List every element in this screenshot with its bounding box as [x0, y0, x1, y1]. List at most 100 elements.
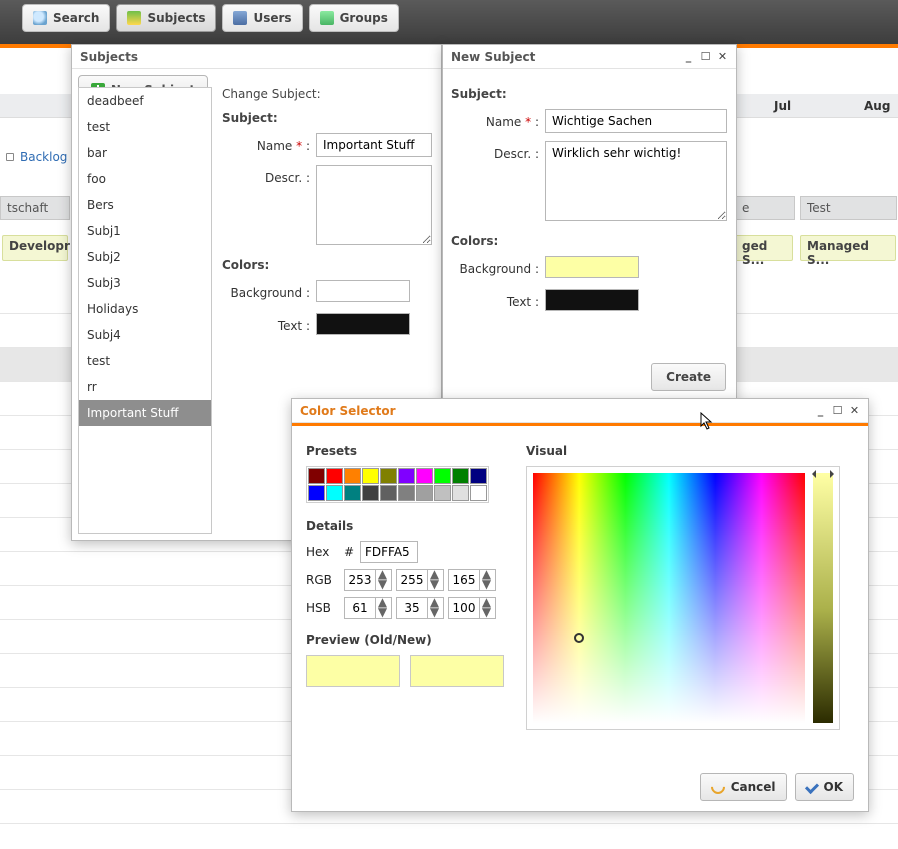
subject-item[interactable]: test: [79, 348, 211, 374]
subject-item[interactable]: Subj2: [79, 244, 211, 270]
breadcrumb[interactable]: Backlog: [6, 150, 67, 164]
preset-swatch[interactable]: [416, 485, 433, 501]
chip-dev[interactable]: Developr: [2, 235, 68, 261]
preset-swatch[interactable]: [344, 485, 361, 501]
text-swatch[interactable]: [316, 313, 410, 335]
preset-swatch[interactable]: [470, 485, 487, 501]
colors-heading: Colors:: [222, 258, 433, 272]
preset-swatch[interactable]: [434, 485, 451, 501]
check-icon: [804, 780, 818, 794]
ns-text-swatch[interactable]: [545, 289, 639, 311]
preview-heading: Preview (Old/New): [306, 633, 506, 647]
groups-icon: [320, 11, 334, 25]
new-subject-title-bar[interactable]: New Subject _ ☐ ✕: [443, 45, 736, 69]
subjects-title-bar[interactable]: Subjects: [72, 45, 441, 69]
preset-swatch[interactable]: [452, 468, 469, 484]
subjects-title: Subjects: [80, 50, 138, 64]
preset-swatch[interactable]: [362, 485, 379, 501]
color-selector-title: Color Selector: [300, 404, 396, 418]
ns-descr-field[interactable]: [545, 141, 727, 221]
hsb-b-stepper[interactable]: ▲▼: [448, 597, 496, 619]
ns-name-field[interactable]: [545, 109, 727, 133]
subject-item[interactable]: deadbeef: [79, 88, 211, 114]
col-head-1: e: [735, 196, 795, 220]
subject-item[interactable]: rr: [79, 374, 211, 400]
bg-label: Background :: [222, 280, 316, 300]
month-aug: Aug: [864, 99, 890, 113]
preset-swatch[interactable]: [470, 468, 487, 484]
subject-item[interactable]: test: [79, 114, 211, 140]
create-button[interactable]: Create: [651, 363, 726, 391]
close-icon[interactable]: ✕: [717, 51, 728, 62]
maximize-icon[interactable]: ☐: [700, 51, 711, 62]
preset-grid[interactable]: [306, 466, 489, 503]
magnifier-icon: [33, 11, 47, 25]
visual-area[interactable]: [526, 466, 840, 730]
users-icon: [233, 11, 247, 25]
preset-swatch[interactable]: [380, 485, 397, 501]
subject-item[interactable]: bar: [79, 140, 211, 166]
preset-swatch[interactable]: [434, 468, 451, 484]
search-button[interactable]: Search: [22, 4, 110, 32]
subject-item[interactable]: foo: [79, 166, 211, 192]
subject-item[interactable]: Important Stuff: [79, 400, 211, 426]
chip-ms1[interactable]: ged S...: [735, 235, 793, 261]
descr-field[interactable]: [316, 165, 432, 245]
preset-swatch[interactable]: [452, 485, 469, 501]
ok-button[interactable]: OK: [795, 773, 855, 801]
preset-swatch[interactable]: [344, 468, 361, 484]
color-selector-title-bar[interactable]: Color Selector _ ☐ ✕: [292, 399, 868, 423]
preset-swatch[interactable]: [380, 468, 397, 484]
preset-swatch[interactable]: [308, 468, 325, 484]
subject-item[interactable]: Subj1: [79, 218, 211, 244]
subject-item[interactable]: Subj4: [79, 322, 211, 348]
ns-bg-swatch[interactable]: [545, 256, 639, 278]
details-heading: Details: [306, 519, 506, 533]
sv-marker[interactable]: [574, 633, 584, 643]
subject-item[interactable]: Holidays: [79, 296, 211, 322]
subjects-button[interactable]: Subjects: [116, 4, 216, 32]
groups-button[interactable]: Groups: [309, 4, 399, 32]
value-strip[interactable]: [813, 473, 833, 723]
preset-swatch[interactable]: [326, 485, 343, 501]
subjects-label: Subjects: [147, 11, 205, 25]
rgb-g-stepper[interactable]: ▲▼: [396, 569, 444, 591]
cs-close-icon[interactable]: ✕: [849, 405, 860, 416]
preset-swatch[interactable]: [398, 485, 415, 501]
preset-swatch[interactable]: [308, 485, 325, 501]
hex-field[interactable]: [360, 541, 418, 563]
descr-label: Descr. :: [222, 165, 316, 185]
color-selector-panel: Color Selector _ ☐ ✕ Presets Details Hex…: [291, 398, 869, 812]
preset-swatch[interactable]: [326, 468, 343, 484]
change-subject-heading: Change Subject:: [222, 87, 433, 101]
name-field[interactable]: [316, 133, 432, 157]
ns-name-label: Name * :: [451, 109, 545, 129]
cancel-button[interactable]: Cancel: [700, 773, 787, 801]
rgb-r-stepper[interactable]: ▲▼: [344, 569, 392, 591]
subjects-icon: [127, 11, 141, 25]
preset-swatch[interactable]: [362, 468, 379, 484]
hsb-h-stepper[interactable]: ▲▼: [344, 597, 392, 619]
undo-icon: [708, 777, 728, 797]
subject-item[interactable]: Subj3: [79, 270, 211, 296]
subject-item[interactable]: Bers: [79, 192, 211, 218]
rgb-b-stepper[interactable]: ▲▼: [448, 569, 496, 591]
subject-list[interactable]: deadbeeftestbarfooBersSubj1Subj2Subj3Hol…: [78, 87, 212, 534]
minimize-icon[interactable]: _: [683, 51, 694, 62]
sv-canvas[interactable]: [533, 473, 805, 723]
cs-minimize-icon[interactable]: _: [815, 405, 826, 416]
bg-swatch[interactable]: [316, 280, 410, 302]
preview-new-swatch: [410, 655, 504, 687]
hsb-s-stepper[interactable]: ▲▼: [396, 597, 444, 619]
hsb-label: HSB: [306, 601, 340, 615]
users-button[interactable]: Users: [222, 4, 302, 32]
search-label: Search: [53, 11, 99, 25]
preset-swatch[interactable]: [398, 468, 415, 484]
chip-ms2[interactable]: Managed S...: [800, 235, 896, 261]
cs-maximize-icon[interactable]: ☐: [832, 405, 843, 416]
ns-subject-heading: Subject:: [451, 87, 728, 101]
preview-old-swatch: [306, 655, 400, 687]
crumb-box-icon: [6, 153, 14, 161]
preset-swatch[interactable]: [416, 468, 433, 484]
hash-label: #: [344, 545, 356, 559]
